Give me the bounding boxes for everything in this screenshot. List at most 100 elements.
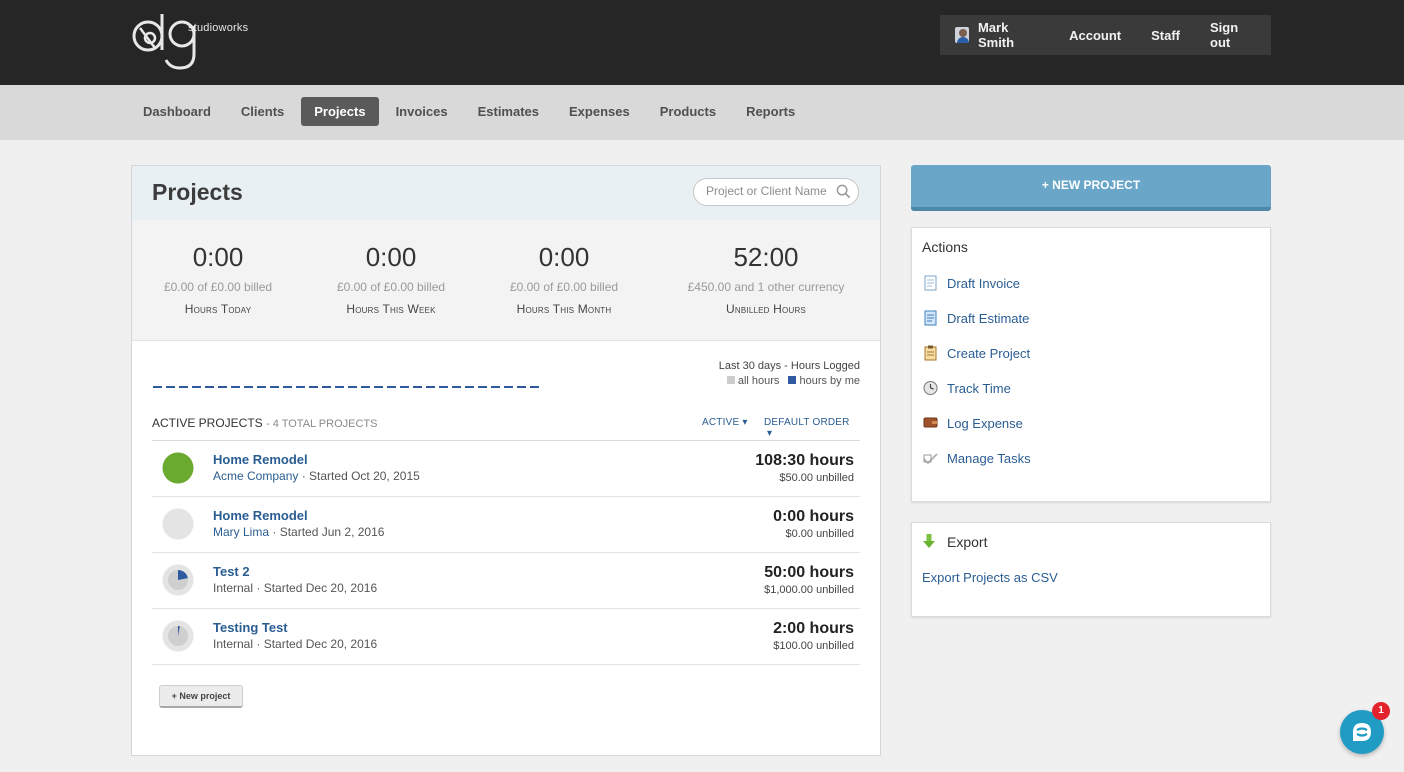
studioworks-logo[interactable] — [130, 10, 260, 72]
action-draft-estimate[interactable]: Draft Estimate — [923, 310, 1029, 326]
active-projects-title: ACTIVE PROJECTS - 4 TOTAL PROJECTS — [152, 416, 377, 430]
stat-value: 0:00 — [192, 242, 244, 272]
export-csv-link[interactable]: Export Projects as CSV — [922, 570, 1058, 585]
stat-billed: £0.00 of £0.00 billed — [163, 280, 273, 294]
project-progress-pie — [162, 620, 194, 652]
stat-value: 52:00 — [733, 242, 799, 272]
search-icon[interactable] — [836, 184, 851, 199]
pie-slice — [162, 452, 194, 484]
project-name[interactable]: Home Remodel — [213, 452, 308, 467]
project-progress-pie — [162, 564, 194, 596]
tasks-icon — [923, 453, 938, 465]
stat-value: 0:00 — [538, 242, 590, 272]
sign-out-link[interactable]: Sign out — [1195, 20, 1271, 50]
action-manage-tasks[interactable]: Manage Tasks — [923, 450, 1031, 466]
export-box: Export Export Projects as CSV — [911, 522, 1271, 617]
project-client: Internal — [213, 637, 254, 651]
new-project-button[interactable]: + NEW PROJECT — [911, 165, 1271, 211]
stat-hours-week: 0:00 £0.00 of £0.00 billed Hours This We… — [306, 242, 476, 316]
action-create-project[interactable]: Create Project — [923, 345, 1030, 361]
active-projects-label: ACTIVE PROJECTS — [152, 416, 263, 430]
action-label: Track Time — [947, 380, 1011, 396]
stat-label: Hours This Week — [346, 302, 436, 316]
avatar — [955, 27, 969, 43]
nav-projects[interactable]: Projects — [301, 97, 379, 126]
user-name: Mark Smith — [977, 20, 1015, 50]
staff-link[interactable]: Staff — [1136, 28, 1195, 43]
wallet-icon — [923, 417, 938, 428]
action-label: Draft Estimate — [947, 310, 1030, 326]
stat-billed: £0.00 of £0.00 billed — [336, 280, 446, 294]
user-profile-link[interactable]: Mark Smith — [940, 20, 1054, 50]
project-hours: 0:00 hours — [773, 508, 854, 525]
invoice-icon — [924, 275, 937, 291]
project-name[interactable]: Testing Test — [213, 620, 288, 635]
stat-unbilled-hours: 52:00 £450.00 and 1 other currency Unbil… — [666, 242, 866, 316]
account-link[interactable]: Account — [1054, 28, 1136, 43]
project-hours: 108:30 hours — [755, 452, 854, 469]
clipboard-icon — [924, 345, 937, 361]
export-title: Export — [947, 534, 988, 550]
nav-estimates[interactable]: Estimates — [465, 97, 552, 126]
hours-by-me-swatch — [788, 376, 797, 385]
logo-text: studioworks — [188, 22, 249, 34]
stat-label: Hours This Month — [516, 302, 612, 316]
project-hours: 50:00 hours — [764, 564, 854, 581]
project-client[interactable]: Acme Company — [213, 469, 298, 483]
chat-icon — [1353, 723, 1371, 741]
project-progress-pie — [162, 452, 194, 484]
new-project-button-small[interactable]: + New project — [159, 685, 243, 708]
action-track-time[interactable]: Track Time — [923, 380, 1011, 396]
nav-dashboard[interactable]: Dashboard — [130, 97, 224, 126]
project-row[interactable]: Home Remodel Mary Lima · Started Jun 2, … — [152, 497, 860, 553]
action-draft-invoice[interactable]: Draft Invoice — [923, 275, 1020, 291]
chart-legend-title: Last 30 days - Hours Logged — [718, 360, 860, 372]
nav-expenses[interactable]: Expenses — [556, 97, 643, 126]
project-meta: Acme Company · Started Oct 20, 2015 — [213, 469, 420, 483]
hours-by-me-label: hours by me — [799, 375, 860, 387]
nav-clients[interactable]: Clients — [228, 97, 297, 126]
panel-header: Projects — [132, 166, 880, 220]
chart-legend: Last 30 days - Hours Logged all hours ho… — [719, 360, 860, 387]
action-log-expense[interactable]: Log Expense — [923, 415, 1023, 431]
project-unbilled: $100.00 unbilled — [773, 640, 854, 652]
project-name[interactable]: Home Remodel — [213, 508, 308, 523]
order-filter-dropdown[interactable]: DEFAULT ORDER ▾ — [764, 417, 860, 439]
nav-reports[interactable]: Reports — [733, 97, 808, 126]
stat-billed: £0.00 of £0.00 billed — [509, 280, 619, 294]
project-started: · Started Jun 2, 2016 — [272, 525, 385, 539]
clock-icon — [923, 381, 938, 395]
search-input[interactable] — [704, 183, 840, 199]
project-client[interactable]: Mary Lima — [213, 525, 269, 539]
project-meta: Internal · Started Dec 20, 2016 — [213, 581, 377, 595]
project-name[interactable]: Test 2 — [213, 564, 250, 579]
project-started: · Started Dec 20, 2016 — [256, 637, 378, 651]
caret-down-icon: ▾ — [764, 428, 773, 439]
nav-invoices[interactable]: Invoices — [383, 97, 461, 126]
status-filter-dropdown[interactable]: ACTIVE ▾ — [702, 417, 748, 428]
page-title: Projects — [152, 179, 243, 205]
user-menu: Mark Smith Account Staff Sign out — [940, 15, 1271, 55]
actions-title: Actions — [922, 239, 968, 255]
caret-down-icon: ▾ — [742, 417, 748, 428]
pie-background — [162, 508, 194, 540]
project-row[interactable]: Testing Test Internal · Started Dec 20, … — [152, 609, 860, 665]
project-meta: Internal · Started Dec 20, 2016 — [213, 637, 377, 651]
actions-box: Actions Draft Invoice Draft Estimate Cre… — [911, 227, 1271, 502]
hours-stats: 0:00 £0.00 of £0.00 billed Hours Today 0… — [132, 220, 880, 341]
all-hours-label: all hours — [737, 375, 780, 387]
estimate-icon — [924, 310, 937, 326]
project-row[interactable]: Test 2 Internal · Started Dec 20, 2016 5… — [152, 553, 860, 609]
project-unbilled: $50.00 unbilled — [779, 472, 854, 484]
stat-hours-today: 0:00 £0.00 of £0.00 billed Hours Today — [133, 242, 303, 316]
action-label: Manage Tasks — [947, 450, 1031, 466]
project-row[interactable]: Home Remodel Acme Company · Started Oct … — [152, 441, 860, 497]
project-meta: Mary Lima · Started Jun 2, 2016 — [213, 525, 384, 539]
stat-label: Hours Today — [184, 302, 252, 316]
main-nav: Dashboard Clients Projects Invoices Esti… — [0, 85, 1404, 140]
stat-value: 0:00 — [365, 242, 417, 272]
download-arrow-icon — [923, 534, 935, 548]
stat-billed: £450.00 and 1 other currency — [687, 280, 845, 294]
nav-products[interactable]: Products — [647, 97, 729, 126]
project-client: Internal — [213, 581, 254, 595]
